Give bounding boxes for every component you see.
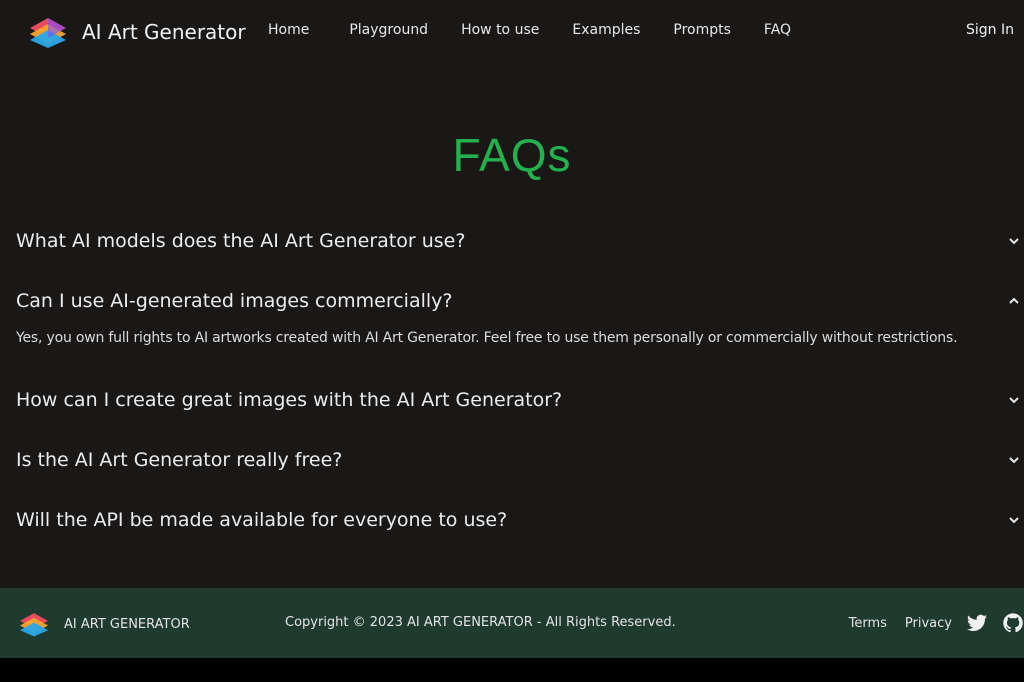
footer-brand[interactable]: AI ART GENERATOR — [18, 610, 190, 638]
terms-link[interactable]: Terms — [849, 616, 887, 631]
bottom-bar — [0, 658, 1024, 682]
faq-question: Can I use AI-generated images commercial… — [16, 290, 453, 312]
brand[interactable]: AI Art Generator — [28, 14, 246, 50]
faq-question-toggle[interactable]: Is the AI Art Generator really free? — [16, 445, 1024, 475]
faq-question: Is the AI Art Generator really free? — [16, 449, 343, 471]
faq-question-toggle[interactable]: Can I use AI-generated images commercial… — [16, 286, 1024, 316]
nav-faq[interactable]: FAQ — [764, 22, 791, 38]
faq-item: Can I use AI-generated images commercial… — [16, 286, 1024, 346]
chevron-down-icon — [1009, 457, 1019, 464]
footer-links: Terms Privacy — [849, 612, 1024, 634]
copyright-text: Copyright © 2023 AI ART GENERATOR - All … — [285, 615, 676, 630]
faq-question: Will the API be made available for every… — [16, 509, 508, 531]
faq-question-toggle[interactable]: Will the API be made available for every… — [16, 505, 1024, 535]
page-title: FAQs — [452, 129, 572, 181]
faq-item: What AI models does the AI Art Generator… — [16, 226, 1024, 256]
brand-name: AI Art Generator — [82, 20, 246, 44]
faq-question: What AI models does the AI Art Generator… — [16, 230, 466, 252]
privacy-link[interactable]: Privacy — [905, 616, 952, 631]
sign-in-link[interactable]: Sign In — [966, 22, 1014, 38]
logo-icon — [20, 613, 48, 637]
faq-question-toggle[interactable]: How can I create great images with the A… — [16, 385, 1024, 415]
twitter-icon[interactable] — [966, 612, 988, 634]
faq-item: Is the AI Art Generator really free? — [16, 445, 1024, 475]
nav-home[interactable]: Home — [268, 22, 309, 38]
footer: AI ART GENERATOR Copyright © 2023 AI ART… — [0, 588, 1024, 658]
nav-playground[interactable]: Playground — [349, 22, 428, 38]
github-icon[interactable] — [1002, 612, 1024, 634]
faq-item: How can I create great images with the A… — [16, 385, 1024, 415]
page: AI Art Generator Home Playground How to … — [0, 0, 1024, 682]
header: AI Art Generator Home Playground How to … — [0, 0, 1024, 64]
faq-answer: Yes, you own full rights to AI artworks … — [16, 330, 958, 346]
faq-item: Will the API be made available for every… — [16, 505, 1024, 535]
footer-brand-name: AI ART GENERATOR — [64, 616, 190, 632]
chevron-down-icon — [1009, 238, 1019, 245]
chevron-down-icon — [1009, 517, 1019, 524]
chevron-down-icon — [1009, 397, 1019, 404]
nav-how-to-use[interactable]: How to use — [461, 22, 539, 38]
main-nav: Home Playground How to use Examples Prom… — [268, 22, 791, 38]
nav-prompts[interactable]: Prompts — [673, 22, 731, 38]
nav-examples[interactable]: Examples — [572, 22, 640, 38]
faq-question: How can I create great images with the A… — [16, 389, 563, 411]
faq-question-toggle[interactable]: What AI models does the AI Art Generator… — [16, 226, 1024, 256]
chevron-up-icon — [1009, 297, 1019, 304]
logo-icon — [30, 18, 66, 48]
